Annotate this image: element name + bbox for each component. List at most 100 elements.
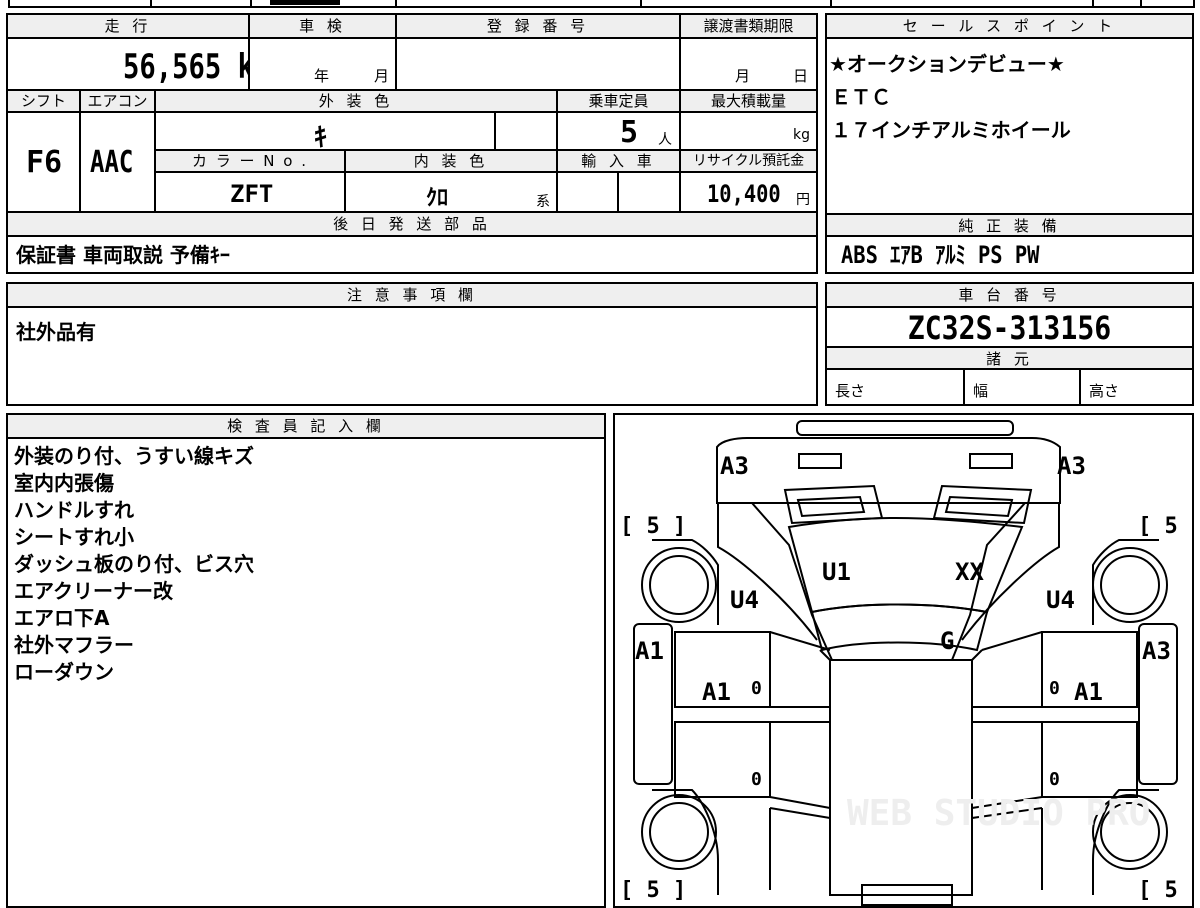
mark-tire-top-right: [ 5 ] [1138, 514, 1192, 539]
ac-label: エアコン [81, 91, 156, 113]
mark-zero-4: 0 [1049, 769, 1060, 790]
ext-color-value-cell: ｷ [156, 113, 496, 151]
width-label: 幅 [973, 382, 989, 400]
capacity-value-cell: 5 人 [558, 113, 681, 151]
maxload-label: 最大積載量 [681, 91, 816, 113]
transfer-label: 譲渡書類期限 [681, 15, 816, 39]
vehicle-info-table: 走 行 車 検 登 録 番 号 譲渡書類期限 56,565 km 年 月 月 日… [6, 13, 818, 274]
specs-label: 諸 元 [827, 346, 1192, 370]
color-no-value-cell: ZFT [156, 173, 346, 213]
length-label: 長さ [835, 382, 866, 400]
capacity-unit: 人 [658, 132, 672, 148]
later-parts-value: 保証書 車両取説 予備ｷｰ [16, 243, 230, 267]
ext-color-value: ｷ [314, 123, 328, 151]
sales-line-1: ★オークションデビュー★ [829, 52, 1065, 76]
chassis-value: ZC32S-313156 [907, 310, 1112, 346]
mark-zero-3: 0 [751, 769, 762, 790]
recycle-label: リサイクル預託金 [681, 151, 816, 173]
regno-label: 登 録 番 号 [397, 15, 681, 39]
mark-a1-right-door: A1 [1074, 678, 1103, 706]
capacity-value: 5 [620, 115, 639, 150]
shaken-value-cell: 年 月 [250, 39, 397, 91]
mark-a3-top-right: A3 [1057, 452, 1086, 480]
transfer-day: 日 [793, 67, 809, 85]
shaken-label: 車 検 [250, 15, 397, 39]
sales-line-2: ＥＴＣ [831, 85, 891, 109]
color-no-label: カ ラ ー N o . [156, 151, 346, 173]
color-no-value: ZFT [230, 180, 274, 208]
mark-u4-right: U4 [1046, 586, 1075, 614]
inspector-line-9: ローダウン [14, 660, 114, 684]
recycle-value-cell: 10,400 円 [681, 173, 816, 213]
int-color-suffix: 系 [536, 194, 550, 210]
mark-tire-top-left: [ 5 ] [620, 514, 686, 539]
mileage-value: 56,565 km [123, 47, 248, 87]
equipment-value: ABS ｴｱB ｱﾙﾐ PS PW [841, 241, 1040, 269]
mileage-value-cell: 56,565 km [8, 39, 250, 91]
ac-value: AAC [90, 145, 134, 180]
maxload-unit: kg [793, 127, 810, 143]
ac-value-cell: AAC [81, 113, 156, 213]
mileage-label: 走 行 [8, 15, 250, 39]
mark-u1: U1 [822, 558, 851, 586]
mark-a1-left-side: A1 [635, 637, 664, 665]
inspector-line-7: エアロ下A [14, 606, 110, 630]
regno-value-cell [397, 39, 681, 91]
mark-tire-bottom-right: [ 5 ] [1138, 878, 1192, 903]
mark-zero-2: 0 [1049, 678, 1060, 699]
import-value-cell-1 [558, 173, 619, 213]
sales-label: セ ー ル ス ポ イ ン ト [827, 15, 1192, 39]
shift-label: シフト [8, 91, 81, 113]
import-value-cell-2 [619, 173, 681, 213]
mark-zero-1: 0 [751, 678, 762, 699]
height-label: 高さ [1089, 382, 1120, 400]
import-label: 輸 入 車 [558, 151, 681, 173]
int-color-value: ｸﾛ [426, 186, 449, 211]
inspector-line-6: エアクリーナー改 [14, 579, 173, 603]
equipment-label: 純 正 装 備 [827, 213, 1192, 237]
mark-g: G [940, 627, 954, 655]
sales-points-box: セ ー ル ス ポ イ ン ト ★オークションデビュー★ ＥＴＣ １７インチアル… [825, 13, 1194, 274]
sales-line-3: １７インチアルミホイール [831, 118, 1071, 142]
transfer-value-cell: 月 日 [681, 39, 816, 91]
spec-length: 長さ [827, 370, 965, 404]
recycle-value: 10,400 [707, 180, 781, 208]
shaken-month: 月 [374, 67, 390, 85]
recycle-unit: 円 [796, 192, 810, 208]
shaken-year: 年 [314, 67, 330, 85]
chassis-box: 車 台 番 号 ZC32S-313156 諸 元 長さ 幅 高さ [825, 282, 1194, 406]
mark-a3-top-left: A3 [720, 452, 749, 480]
maxload-value-cell: kg [681, 113, 816, 151]
inspector-label: 検 査 員 記 入 欄 [8, 415, 604, 439]
inspector-box: 検 査 員 記 入 欄 外装のり付、うすい線キズ 室内内張傷 ハンドルすれ シー… [6, 413, 606, 908]
inspector-line-8: 社外マフラー [14, 633, 134, 657]
spec-height: 高さ [1081, 370, 1192, 404]
notes-label: 注 意 事 項 欄 [8, 284, 816, 308]
inspector-line-2: 室内内張傷 [14, 471, 114, 495]
int-color-value-cell: ｸﾛ 系 [346, 173, 558, 213]
spec-width: 幅 [965, 370, 1081, 404]
notes-value: 社外品有 [16, 320, 96, 344]
inspector-line-3: ハンドルすれ [14, 498, 134, 522]
car-diagram-box: A3 A3 [ 5 ] [ 5 ] [ 5 ] [ 5 ] U1 XX U4 U… [613, 413, 1194, 908]
mark-u4-left: U4 [730, 586, 759, 614]
transfer-month: 月 [735, 67, 751, 85]
car-diagram: A3 A3 [ 5 ] [ 5 ] [ 5 ] [ 5 ] U1 XX U4 U… [620, 420, 1192, 906]
capacity-label: 乗車定員 [558, 91, 681, 113]
shift-value-cell: F6 [8, 113, 81, 213]
shift-value: F6 [26, 145, 63, 180]
inspector-line-5: ダッシュ板のり付、ビス穴 [14, 552, 254, 576]
int-color-label: 内 装 色 [346, 151, 558, 173]
mark-tire-bottom-left: [ 5 ] [620, 878, 686, 903]
mark-xx: XX [955, 558, 984, 586]
inspector-line-4: シートすれ小 [14, 525, 134, 549]
ext-color-label: 外 装 色 [156, 91, 558, 113]
chassis-label: 車 台 番 号 [827, 284, 1192, 308]
ext-color-extra-cell [496, 113, 558, 151]
watermark: WEB STUDIO PRO [847, 793, 1150, 834]
inspector-line-1: 外装のり付、うすい線キズ [14, 444, 254, 468]
mark-a1-left-door: A1 [702, 678, 731, 706]
later-parts-label: 後 日 発 送 部 品 [8, 213, 816, 237]
mark-a3-right-side: A3 [1142, 637, 1171, 665]
top-strip [0, 0, 1200, 8]
